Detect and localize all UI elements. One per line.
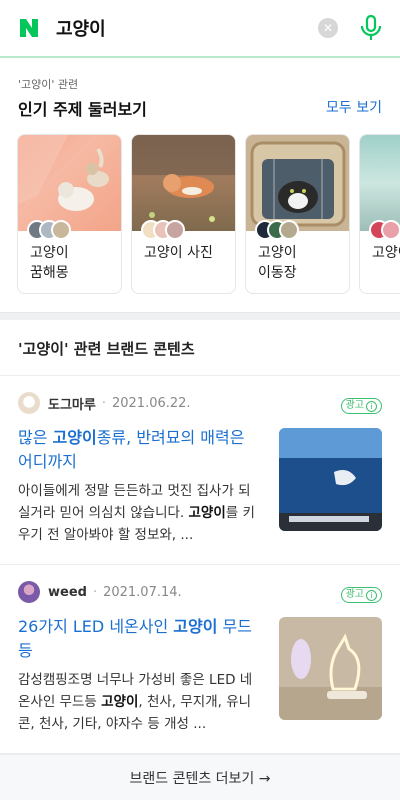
topic-card[interactable]: 고양이 실 — [359, 134, 400, 294]
topic-card-list: 고양이 꿈해몽 고양이 사진 고양이 이동장 고양 — [0, 134, 400, 294]
post-title[interactable]: 26가지 LED 네온사인 고양이 무드등 — [18, 615, 263, 663]
post-description: 아이들에게 정말 든든하고 멋진 집사가 되실거라 믿어 의심치 않습니다. 고… — [18, 483, 255, 543]
search-input[interactable]: 고양이 — [56, 15, 318, 41]
avatar-group — [255, 220, 299, 240]
ad-badge[interactable]: 광고 i — [340, 587, 382, 603]
separator-dot: · — [92, 584, 98, 600]
avatar — [279, 220, 299, 240]
naver-logo-icon[interactable] — [16, 15, 42, 41]
topic-card-image — [18, 135, 121, 240]
author-name[interactable]: weed — [48, 585, 87, 600]
post-thumbnail[interactable] — [279, 428, 382, 531]
avatar — [381, 220, 400, 240]
brand-post[interactable]: weed · 2021.07.14. 광고 i 26가지 LED 네온사인 고양… — [0, 565, 400, 754]
topic-card[interactable]: 고양이 꿈해몽 — [17, 134, 122, 294]
close-icon[interactable]: ✕ — [318, 18, 338, 38]
avatar — [51, 220, 71, 240]
topic-card-image — [360, 135, 400, 240]
post-thumbnail[interactable] — [279, 617, 382, 720]
see-all-link[interactable]: 모두 보기 — [326, 97, 382, 117]
section-divider — [0, 312, 400, 320]
avatar-group — [141, 220, 185, 240]
ad-label: 광고 — [345, 589, 364, 600]
topic-context-label: '고양이' 관련 — [18, 78, 79, 91]
author-name[interactable]: 도그마루 — [48, 394, 96, 413]
avatar — [18, 392, 40, 414]
info-icon: i — [366, 589, 377, 601]
brand-post[interactable]: 도그마루 · 2021.06.22. 광고 i 많은 고양이종류, 반려묘의 매… — [0, 376, 400, 565]
ad-badge[interactable]: 광고 i — [340, 398, 382, 414]
popular-topics-section: '고양이' 관련 인기 주제 둘러보기 모두 보기 고양이 꿈해몽 고양이 사진… — [0, 58, 400, 312]
section-title: '고양이' 관련 브랜드 콘텐츠 — [0, 320, 400, 376]
more-brand-label: 브랜드 콘텐츠 더보기 → — [129, 770, 271, 787]
separator-dot: · — [101, 395, 106, 411]
brand-content-section: '고양이' 관련 브랜드 콘텐츠 도그마루 · 2021.06.22. 광고 i… — [0, 320, 400, 800]
avatar — [165, 220, 185, 240]
post-description: 감성캠핑조명 너무나 가성비 좋은 LED 네온사인 무드등 고양이, 천사, … — [18, 672, 253, 732]
info-icon: i — [366, 400, 377, 412]
topic-card-image — [132, 135, 235, 240]
avatar-group — [369, 220, 400, 240]
avatar-group — [27, 220, 71, 240]
post-title[interactable]: 많은 고양이종류, 반려묘의 매력은 어디까지 — [18, 426, 263, 474]
microphone-icon[interactable] — [358, 13, 384, 43]
more-brand-content-button[interactable]: 브랜드 콘텐츠 더보기 → — [0, 754, 400, 800]
topic-card-image — [246, 135, 349, 240]
topic-card[interactable]: 고양이 이동장 — [245, 134, 350, 294]
ad-label: 광고 — [345, 400, 364, 411]
post-date: 2021.06.22. — [111, 395, 191, 411]
post-date: 2021.07.14. — [103, 584, 182, 600]
avatar — [18, 581, 40, 603]
search-bar: 고양이 ✕ — [0, 0, 400, 58]
topic-card[interactable]: 고양이 사진 — [131, 134, 236, 294]
